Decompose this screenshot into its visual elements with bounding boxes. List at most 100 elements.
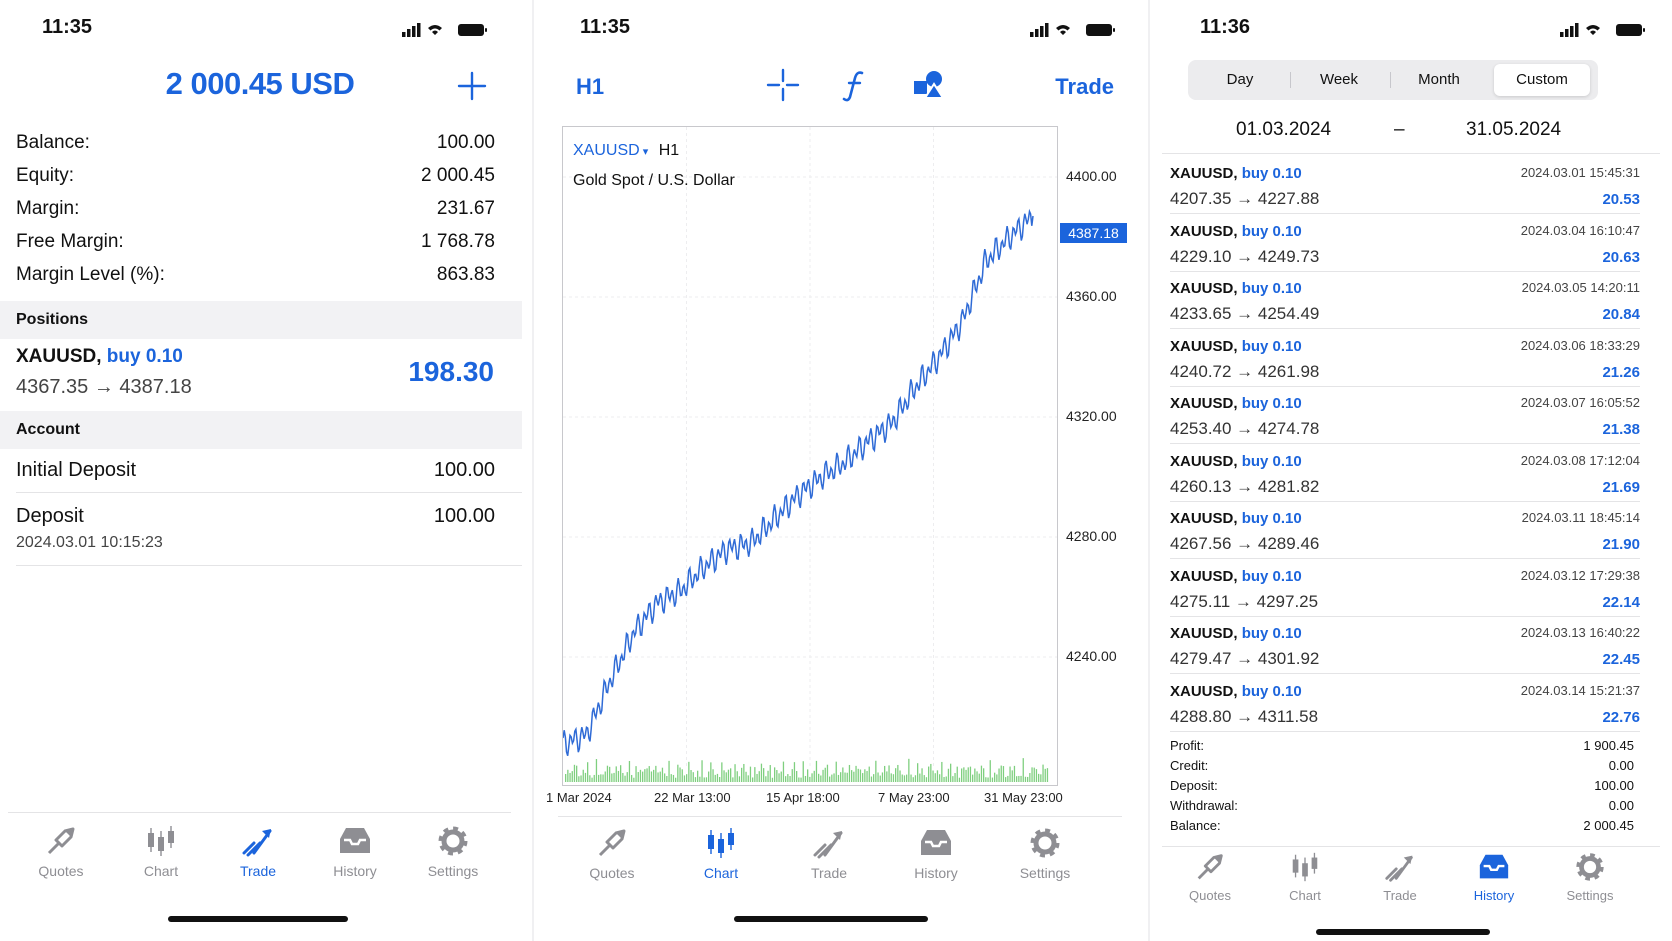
chart-symbol[interactable]: XAUUSD ▾ H1 xyxy=(573,142,679,160)
tab-settings[interactable]: Settings xyxy=(403,823,503,879)
tab-settings[interactable]: Settings xyxy=(995,825,1095,881)
volume-bar xyxy=(686,774,688,782)
deposit-row[interactable]: Deposit 100.00 xyxy=(16,505,495,528)
volume-bar xyxy=(939,774,941,782)
summary-label: Free Margin: xyxy=(16,231,124,252)
status-bar: 11:36 xyxy=(1150,16,1672,40)
segment-day[interactable]: Day xyxy=(1192,64,1288,96)
history-icon xyxy=(1479,854,1509,879)
volume-bar xyxy=(584,772,587,782)
chart-icon xyxy=(148,826,174,856)
volume-bar xyxy=(822,769,824,782)
crosshair-icon[interactable] xyxy=(766,68,800,102)
volume-bar xyxy=(895,768,897,782)
deal-time: 2024.03.12 17:29:38 xyxy=(1520,567,1640,583)
volume-bar xyxy=(818,773,820,782)
tab-trade[interactable]: Trade xyxy=(208,823,308,879)
initial-deposit-row[interactable]: Initial Deposit 100.00 xyxy=(16,459,495,482)
deal-prices: 4288.80 → 4311.58 xyxy=(1170,706,1319,726)
deal-symbol: XAUUSD, buy 0.10 xyxy=(1170,165,1302,182)
segment-week[interactable]: Week xyxy=(1291,64,1387,96)
volume-bar xyxy=(576,765,578,782)
tab-trade[interactable]: Trade xyxy=(779,825,879,881)
tab-label: Chart xyxy=(143,863,179,879)
volume-bar xyxy=(1000,765,1002,782)
tab-history[interactable]: History xyxy=(886,825,986,881)
volume-bar xyxy=(771,777,774,782)
volume-bar xyxy=(987,777,989,782)
tab-label: Settings xyxy=(427,863,479,879)
summary-label: Equity: xyxy=(16,165,75,186)
deal-side: buy 0.10 xyxy=(1241,280,1302,297)
deal-row[interactable]: XAUUSD, buy 0.10 4267.56 → 4289.46 2024.03… xyxy=(1170,502,1640,559)
volume-bar xyxy=(851,770,853,782)
deal-row[interactable]: XAUUSD, buy 0.10 4207.35 → 4227.88 2024.03… xyxy=(1170,157,1640,214)
current-price-tag: 4387.18 xyxy=(1060,223,1127,243)
deal-symbol-name: XAUUSD, xyxy=(1170,395,1238,412)
deal-row[interactable]: XAUUSD, buy 0.10 4233.65 → 4254.49 2024.03… xyxy=(1170,272,1640,329)
tab-trade[interactable]: Trade xyxy=(1350,850,1450,903)
deal-row[interactable]: XAUUSD, buy 0.10 4240.72 → 4261.98 2024.03… xyxy=(1170,330,1640,387)
status-bar: 11:35 xyxy=(0,16,532,40)
tab-history[interactable]: History xyxy=(305,823,405,879)
deal-row[interactable]: XAUUSD, buy 0.10 4279.47 → 4301.92 2024.03… xyxy=(1170,617,1640,674)
volume-bar xyxy=(628,760,631,782)
tab-quotes[interactable]: Quotes xyxy=(562,825,662,881)
volume-bar xyxy=(842,767,844,782)
range-from-date[interactable]: 01.03.2024 xyxy=(1236,119,1331,141)
volume-bar xyxy=(873,774,875,782)
volume-bar xyxy=(672,774,675,782)
tab-chart[interactable]: Chart xyxy=(111,823,211,879)
volume-bar xyxy=(582,769,584,782)
tabbar-divider xyxy=(1162,846,1660,847)
deal-row[interactable]: XAUUSD, buy 0.10 4288.80 → 4311.58 2024.03… xyxy=(1170,675,1640,732)
chart-area[interactable] xyxy=(562,126,1058,786)
volume-bar xyxy=(624,775,626,782)
volume-bar xyxy=(919,773,921,782)
volume-bar xyxy=(763,768,765,782)
range-to-date[interactable]: 31.05.2024 xyxy=(1466,119,1561,141)
deal-side: buy 0.10 xyxy=(1241,452,1302,470)
tab-history[interactable]: History xyxy=(1444,850,1544,903)
indicators-icon[interactable] xyxy=(838,68,872,102)
quotes-icon xyxy=(1197,854,1223,880)
summary-value: 231.67 xyxy=(436,198,495,219)
volume-bar xyxy=(1009,766,1011,782)
volume-bar xyxy=(815,760,818,782)
deal-symbol: XAUUSD, buy 0.10 xyxy=(1170,510,1302,527)
volume-bar xyxy=(952,776,954,782)
tab-settings[interactable]: Settings xyxy=(1540,850,1640,903)
volume-bar xyxy=(965,769,967,782)
new-order-plus-icon[interactable] xyxy=(456,70,488,102)
deal-symbol-name: XAUUSD, xyxy=(1170,222,1238,240)
summary-value: 2 000.45 xyxy=(421,165,495,186)
deal-time: 2024.03.06 18:33:29 xyxy=(1520,337,1640,353)
volume-bar xyxy=(890,773,892,782)
volume-bar xyxy=(635,766,637,782)
tab-quotes[interactable]: Quotes xyxy=(1160,850,1260,903)
deal-row[interactable]: XAUUSD, buy 0.10 4253.40 → 4274.78 2024.03… xyxy=(1170,387,1640,444)
objects-icon[interactable] xyxy=(912,68,946,102)
volume-bar xyxy=(877,772,879,782)
segment-month[interactable]: Month xyxy=(1391,64,1487,96)
deal-row[interactable]: XAUUSD, buy 0.10 4229.10 → 4249.73 2024.03… xyxy=(1170,215,1640,272)
deal-prices: 4207.35 → 4227.88 xyxy=(1170,189,1320,208)
volume-bar xyxy=(767,770,769,782)
tab-chart[interactable]: Chart xyxy=(1255,850,1355,903)
volume-bar xyxy=(811,773,813,782)
totals-label: Balance: xyxy=(1170,818,1221,833)
deal-row[interactable]: XAUUSD, buy 0.10 4275.11 → 4297.25 2024.03… xyxy=(1170,560,1640,617)
trade-button[interactable]: Trade xyxy=(1055,74,1114,100)
tab-chart[interactable]: Chart xyxy=(671,825,771,881)
deal-time: 2024.03.01 15:45:31 xyxy=(1520,165,1640,180)
deal-row[interactable]: XAUUSD, buy 0.10 4260.13 → 4281.82 2024.03… xyxy=(1170,445,1640,502)
segment-custom[interactable]: Custom xyxy=(1494,64,1590,96)
tab-quotes[interactable]: Quotes xyxy=(11,823,111,879)
volume-bar xyxy=(989,760,991,782)
deal-symbol-name: XAUUSD, xyxy=(1170,682,1238,700)
status-time: 11:35 xyxy=(580,16,631,38)
tab-label: Settings xyxy=(1566,888,1614,903)
volume-bar xyxy=(844,772,846,782)
volume-bar xyxy=(923,775,925,782)
timeframe-button[interactable]: H1 xyxy=(576,74,604,100)
